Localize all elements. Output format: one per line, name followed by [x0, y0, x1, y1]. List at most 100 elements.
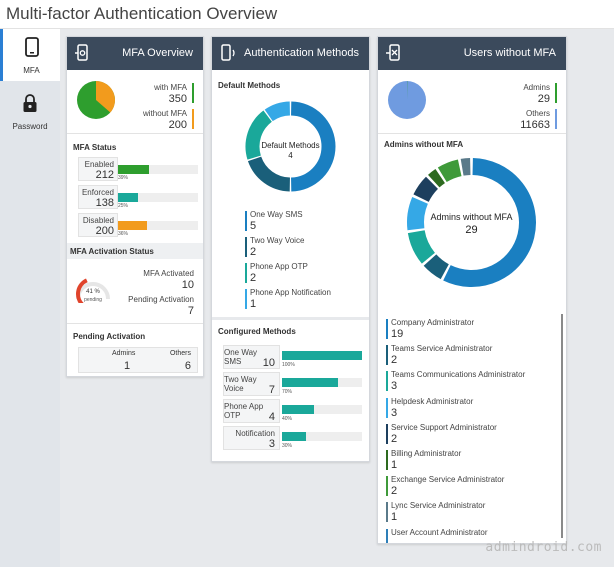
card-header: Users without MFA	[378, 37, 566, 70]
card-header: MFA Overview	[67, 37, 203, 70]
pending-others-value: 6	[184, 360, 191, 372]
role-label: Exchange Service Administrator	[391, 475, 505, 485]
without-mfa-marker	[192, 109, 194, 129]
pending-admins-value: 1	[124, 360, 131, 372]
method-value: 2	[250, 246, 257, 258]
with-mfa-value: 350	[168, 93, 187, 105]
role-label: Lync Service Administrator	[391, 501, 486, 511]
status-disabled-box: Disabled 200	[78, 213, 118, 237]
admins-without-mfa-title: Admins without MFA	[384, 140, 464, 149]
others-value: 11663	[520, 119, 550, 131]
activated-label: MFA Activated	[143, 269, 194, 278]
role-item: Lync Service Administrator 1	[386, 501, 556, 525]
status-value: 200	[95, 225, 114, 237]
donut-center-label: Admins without MFA	[430, 212, 513, 222]
pending-activation-title: Pending Activation	[73, 332, 146, 341]
donut-center-value: 4	[288, 151, 293, 160]
method-item: One Way SMS 5	[245, 210, 365, 234]
role-value: 3	[391, 380, 398, 393]
configured-bar	[282, 378, 362, 387]
mfa-status-title: MFA Status	[73, 143, 117, 152]
configured-methods-title: Configured Methods	[218, 327, 296, 336]
users-pie-chart	[388, 81, 426, 119]
role-value: 3	[391, 406, 398, 419]
pending-admins-label: Admins	[112, 350, 136, 357]
configured-bar	[282, 405, 362, 414]
role-label: Helpdesk Administrator	[391, 396, 474, 406]
sidebar: MFA Password	[0, 29, 60, 567]
configured-pct: 40%	[282, 416, 293, 422]
sidebar-item-password[interactable]: Password	[0, 85, 60, 137]
configured-value: 10	[262, 357, 275, 369]
card-title: Users without MFA	[463, 47, 556, 59]
status-value: 138	[95, 197, 114, 209]
phone-signal-icon	[221, 44, 235, 61]
status-enabled-bar-fill	[118, 165, 150, 174]
status-enforced-box: Enforced 138	[78, 185, 118, 209]
role-value: 2	[391, 485, 398, 498]
pending-value: 7	[187, 305, 194, 317]
role-label: Company Administrator	[391, 318, 475, 327]
role-item: Helpdesk Administrator 3	[386, 397, 556, 421]
role-color-marker	[386, 476, 388, 497]
device-settings-icon	[75, 44, 88, 61]
without-mfa-value: 200	[168, 119, 187, 131]
method-value: 2	[250, 272, 257, 284]
role-color-marker	[386, 502, 388, 523]
configured-label: Phone App OTP	[224, 402, 264, 420]
role-value: 1	[391, 511, 398, 524]
sidebar-item-label: MFA	[23, 66, 40, 75]
activation-pct-sub: pending	[84, 297, 102, 303]
method-value: 5	[250, 220, 257, 232]
donut-segment	[443, 158, 536, 287]
mfa-overview-card: MFA Overview with MFA 350 without MFA 20…	[66, 36, 204, 377]
role-label: Service Support Administrator	[391, 422, 497, 432]
status-label: Enabled	[84, 160, 114, 169]
donut-segment	[264, 101, 291, 122]
admins-value: 29	[537, 93, 550, 105]
sidebar-item-mfa[interactable]: MFA	[0, 29, 60, 81]
status-enforced-pct: 25%	[118, 203, 129, 209]
admins-marker	[555, 83, 557, 103]
role-label: User Account Administrator	[391, 527, 488, 537]
main-area: MFA Overview with MFA 350 without MFA 20…	[60, 29, 614, 567]
method-item: Two Way Voice 2	[245, 236, 365, 260]
method-label: Phone App OTP	[250, 262, 308, 271]
configured-item-box: Two Way Voice 7	[223, 372, 280, 396]
others-label: Others	[525, 109, 550, 118]
configured-value: 3	[268, 438, 275, 450]
activated-value: 10	[181, 279, 194, 291]
role-value: 19	[391, 328, 404, 340]
configured-item-box: Notification 3	[223, 426, 280, 450]
role-color-marker	[386, 528, 388, 543]
mfa-pie-chart	[77, 81, 115, 119]
configured-item-box: Phone App OTP 4	[223, 399, 280, 423]
role-color-marker	[386, 345, 388, 366]
role-label: Teams Communications Administrator	[391, 370, 526, 380]
role-list-scrollbar[interactable]	[561, 314, 563, 538]
others-marker	[555, 109, 557, 129]
admins-without-mfa-donut	[407, 158, 536, 287]
role-color-marker	[386, 423, 388, 444]
role-value: 2	[391, 354, 398, 367]
role-item: Billing Administrator 1	[386, 449, 556, 473]
status-disabled-pct: 36%	[118, 231, 129, 237]
page-title: Multi-factor Authentication Overview	[6, 4, 278, 23]
card-title: Authentication Methods	[244, 47, 359, 59]
role-item: Exchange Service Administrator 2	[386, 475, 556, 499]
pending-label: Pending Activation	[128, 295, 194, 304]
configured-bar-fill	[282, 351, 362, 360]
donut-segment	[413, 176, 439, 203]
watermark: admindroid.com	[485, 540, 602, 555]
with-mfa-marker	[192, 83, 194, 103]
status-enabled-box: Enabled 212	[78, 157, 118, 181]
status-disabled-bar	[118, 221, 198, 230]
authentication-methods-card: Authentication Methods Default Methods D…	[211, 36, 370, 462]
lock-icon	[23, 94, 37, 112]
configured-pct: 100%	[282, 362, 295, 368]
donut-segment	[423, 254, 450, 280]
role-color-marker	[386, 371, 388, 392]
default-methods-title: Default Methods	[218, 81, 281, 90]
configured-bar	[282, 351, 362, 360]
role-color-marker	[386, 397, 388, 418]
